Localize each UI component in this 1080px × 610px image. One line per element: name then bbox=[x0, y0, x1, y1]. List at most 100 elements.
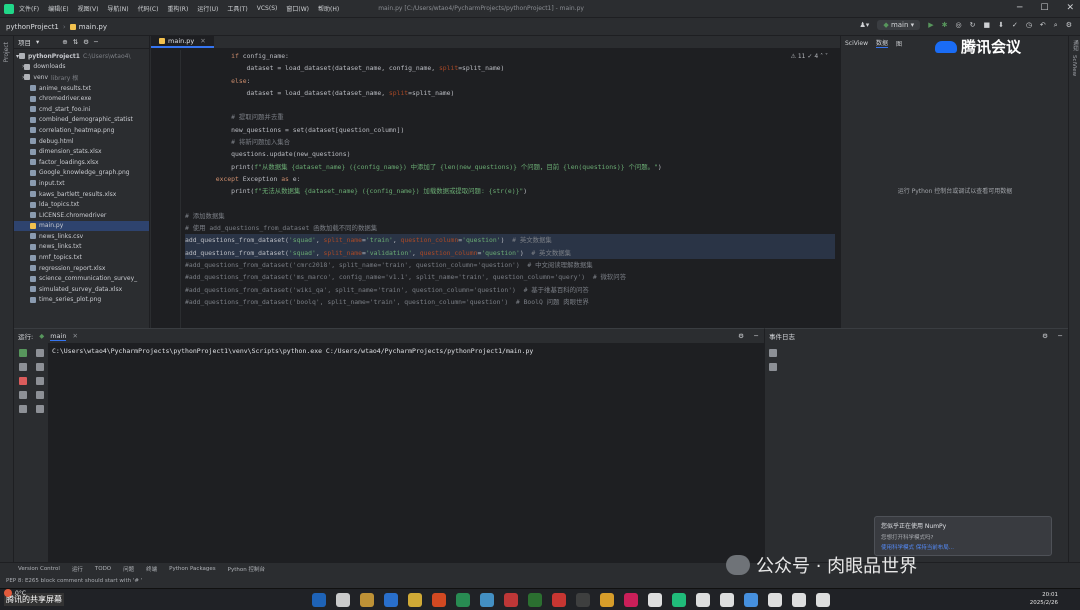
history-icon[interactable]: ◷ bbox=[1026, 21, 1032, 29]
tool-terminal[interactable]: 终端 bbox=[146, 565, 157, 573]
tool-version-control[interactable]: Version Control bbox=[18, 566, 60, 572]
taskbar-app-icon[interactable] bbox=[624, 593, 638, 607]
wrench-icon[interactable] bbox=[769, 363, 777, 371]
taskbar-app-icon[interactable] bbox=[696, 593, 710, 607]
search-icon[interactable]: ⌕ bbox=[1054, 21, 1058, 30]
profile-icon[interactable]: ↻ bbox=[970, 21, 976, 29]
chevron-up-icon[interactable]: ˄ bbox=[820, 53, 823, 60]
menu-edit[interactable]: 编辑(E) bbox=[48, 4, 68, 13]
menu-code[interactable]: 代码(C) bbox=[138, 4, 159, 13]
sciview-tool-label[interactable]: SciView bbox=[1071, 55, 1077, 76]
taskbar-app-icon[interactable] bbox=[720, 593, 734, 607]
scroll-up-icon[interactable] bbox=[36, 349, 44, 357]
chevron-down-icon[interactable]: ▾ bbox=[36, 38, 39, 46]
scroll-down-icon[interactable] bbox=[36, 363, 44, 371]
status-message[interactable]: PEP 8: E265 block comment should start w… bbox=[6, 578, 142, 584]
code-line[interactable]: # 将新问题加入集合 bbox=[185, 136, 835, 148]
taskbar-app-icon[interactable] bbox=[408, 593, 422, 607]
taskbar-app-icon[interactable] bbox=[672, 593, 686, 607]
taskbar-app-icon[interactable] bbox=[528, 593, 542, 607]
code-line[interactable]: #add_questions_from_dataset('ms_marco', … bbox=[185, 271, 835, 283]
project-root-node[interactable]: ▾ pythonProject1 C:\Users\wtao4\ bbox=[14, 51, 149, 62]
taskbar-app-icon[interactable] bbox=[792, 593, 806, 607]
gear-icon[interactable]: ⚙ bbox=[738, 332, 744, 340]
debug-icon[interactable]: ✱ bbox=[942, 21, 948, 29]
tree-folder[interactable]: › downloads bbox=[14, 62, 149, 73]
hide-icon[interactable]: ─ bbox=[754, 332, 758, 340]
taskbar-app-icon[interactable] bbox=[336, 593, 350, 607]
chevron-down-icon[interactable]: ˅ bbox=[825, 53, 828, 60]
minimize-icon[interactable]: ─ bbox=[1017, 3, 1022, 13]
tree-file[interactable]: LICENSE.chromedriver bbox=[14, 210, 149, 221]
tab-plots[interactable]: 图 bbox=[896, 39, 902, 48]
tool-problems[interactable]: 问题 bbox=[123, 565, 134, 573]
menu-navigate[interactable]: 导航(N) bbox=[107, 4, 128, 13]
run-config-select[interactable]: ◆ main ▾ bbox=[877, 20, 921, 30]
notifications-tool-label[interactable]: 通知 bbox=[1071, 40, 1079, 51]
gear-icon[interactable]: ⚙ bbox=[1042, 332, 1048, 340]
vcs-commit-icon[interactable]: ✓ bbox=[1012, 21, 1018, 29]
tree-file[interactable]: correlation_heatmap.png bbox=[14, 125, 149, 136]
code-line[interactable]: add_questions_from_dataset('squad', spli… bbox=[185, 246, 835, 260]
menu-run[interactable]: 运行(U) bbox=[197, 4, 218, 13]
tree-file[interactable]: chromedriver.exe bbox=[14, 93, 149, 104]
tree-file[interactable]: nmf_topics.txt bbox=[14, 252, 149, 263]
editor[interactable]: main.py ✕ if config_name: dataset = load… bbox=[151, 35, 840, 328]
tree-file[interactable]: factor_loadings.xlsx bbox=[14, 157, 149, 168]
run-icon[interactable]: ▶ bbox=[928, 21, 933, 29]
tree-folder[interactable]: › venv library 根 bbox=[14, 72, 149, 83]
code-line[interactable] bbox=[185, 99, 835, 111]
layout-icon[interactable] bbox=[19, 391, 27, 399]
breadcrumb-project[interactable]: pythonProject1 bbox=[6, 23, 59, 31]
taskbar-app-icon[interactable] bbox=[576, 593, 590, 607]
code-line[interactable]: # 使用 add_questions_from_dataset 函数加载不同的数… bbox=[185, 222, 835, 234]
code-line[interactable]: # 提取问题并去重 bbox=[185, 111, 835, 123]
code-line[interactable]: new_questions = set(dataset[question_col… bbox=[185, 124, 835, 136]
collapse-all-icon[interactable]: ⇅ bbox=[73, 38, 78, 46]
windows-start-icon[interactable] bbox=[312, 593, 326, 607]
code-area[interactable]: if config_name: dataset = load_dataset(d… bbox=[185, 50, 835, 328]
tree-file[interactable]: news_links.txt bbox=[14, 242, 149, 253]
coverage-icon[interactable]: ◎ bbox=[955, 21, 961, 29]
user-icon[interactable]: ♟▾ bbox=[860, 21, 870, 29]
code-line[interactable]: dataset = load_dataset(dataset_name, spl… bbox=[185, 87, 835, 99]
menu-help[interactable]: 帮助(H) bbox=[318, 4, 339, 13]
tool-run[interactable]: 运行 bbox=[72, 565, 83, 573]
code-line[interactable]: #add_questions_from_dataset('boolq', spl… bbox=[185, 296, 835, 308]
code-line[interactable] bbox=[185, 198, 835, 210]
run-tab-main[interactable]: main bbox=[50, 332, 67, 341]
code-line[interactable]: print(f"从数据集 {dataset_name} ({config_nam… bbox=[185, 161, 835, 173]
menu-window[interactable]: 窗口(W) bbox=[286, 4, 309, 13]
tree-file[interactable]: input.txt bbox=[14, 178, 149, 189]
tab-main-py[interactable]: main.py ✕ bbox=[151, 35, 214, 48]
vcs-update-icon[interactable]: ⬇ bbox=[998, 21, 1004, 29]
taskbar-app-icon[interactable] bbox=[480, 593, 494, 607]
taskbar-app-icon[interactable] bbox=[384, 593, 398, 607]
taskbar-app-icon[interactable] bbox=[768, 593, 782, 607]
inspection-widget[interactable]: ⚠ 11 ✓ 4 ˄ ˅ bbox=[791, 53, 828, 60]
tree-file[interactable]: combined_demographic_statist bbox=[14, 115, 149, 126]
code-line[interactable]: #add_questions_from_dataset('wiki_qa', s… bbox=[185, 284, 835, 296]
settings-icon[interactable] bbox=[769, 349, 777, 357]
tree-file[interactable]: debug.html bbox=[14, 136, 149, 147]
breadcrumb-file[interactable]: main.py bbox=[79, 23, 107, 31]
taskbar-app-icon[interactable] bbox=[648, 593, 662, 607]
code-line[interactable]: except Exception as e: bbox=[185, 173, 835, 185]
code-line[interactable]: add_questions_from_dataset('squad', spli… bbox=[185, 234, 835, 247]
tree-file[interactable]: kaws_bartlett_results.xlsx bbox=[14, 189, 149, 200]
soft-wrap-icon[interactable] bbox=[36, 377, 44, 385]
tree-file[interactable]: simulated_survey_data.xlsx bbox=[14, 284, 149, 295]
stop-icon[interactable]: ■ bbox=[983, 21, 990, 29]
tool-python-console[interactable]: Python 控制台 bbox=[228, 565, 265, 573]
project-tool-label[interactable]: Project bbox=[3, 42, 10, 63]
code-line[interactable]: else: bbox=[185, 75, 835, 87]
close-tab-icon[interactable]: ✕ bbox=[200, 37, 205, 45]
rerun-icon[interactable] bbox=[19, 349, 27, 357]
tree-file[interactable]: cmd_start_foo.ini bbox=[14, 104, 149, 115]
menu-view[interactable]: 视图(V) bbox=[78, 4, 99, 13]
tree-file[interactable]: Google_knowledge_graph.png bbox=[14, 168, 149, 179]
tool-python-packages[interactable]: Python Packages bbox=[169, 566, 215, 572]
taskbar-app-icon[interactable] bbox=[816, 593, 830, 607]
menu-vcs[interactable]: VCS(S) bbox=[257, 5, 278, 12]
tree-file[interactable]: lda_topics.txt bbox=[14, 199, 149, 210]
